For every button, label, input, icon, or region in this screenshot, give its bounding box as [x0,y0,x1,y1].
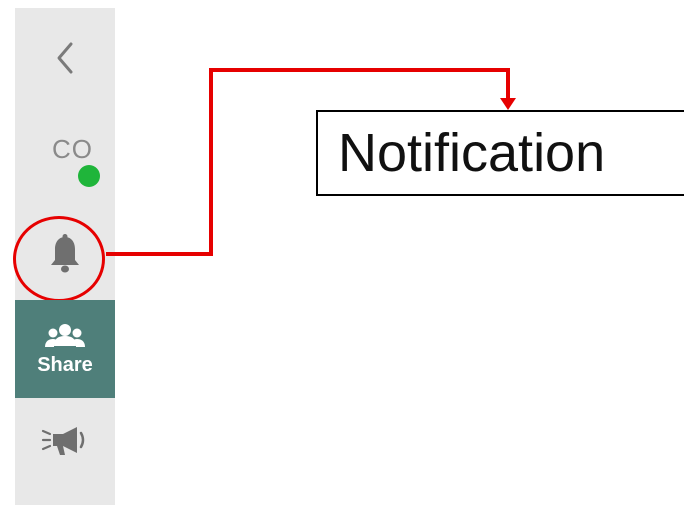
notification-callout: Notification [316,110,684,196]
annotated-screenshot: CO Share Notification [0,0,684,505]
callout-connector [106,68,516,256]
callout-label: Notification [338,123,606,183]
callout-arrowhead [500,98,516,110]
